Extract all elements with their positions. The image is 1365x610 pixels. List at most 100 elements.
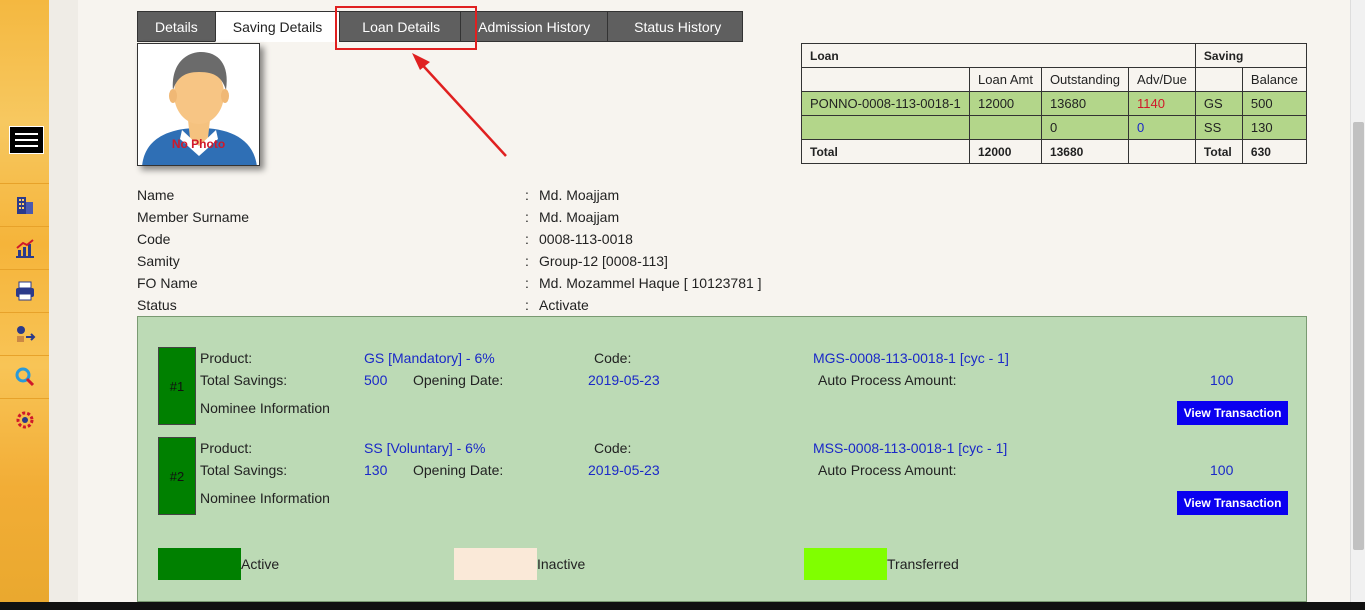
opening-date-label: Opening Date: [413,372,504,388]
annotation-highlight-box [335,6,477,50]
outstanding-cell: 13680 [1040,91,1130,116]
info-row-fo-name: FO Name: Md. Mozammel Haque [ 10123781 ] [137,272,837,294]
search-settings-icon[interactable] [0,355,49,397]
account-number-badge: #2 [158,437,196,515]
field-label: Status [137,297,177,313]
field-colon: : [525,187,529,203]
field-colon: : [525,253,529,269]
saving-type-cell: SS [1194,115,1243,140]
total-balance: 630 [1241,139,1307,164]
product-value: GS [Mandatory] - 6% [364,350,495,366]
field-colon: : [525,297,529,313]
field-label: Name [137,187,175,203]
field-value: Md. Moajjam [539,209,620,225]
savings-account-card: #1 Product: GS [Mandatory] - 6% Code: MG… [158,347,1288,425]
total-loan-amt: 12000 [969,139,1042,164]
legend-swatch [454,548,537,580]
code-label: Code: [594,350,632,366]
vertical-scrollbar[interactable] [1350,0,1365,602]
col-outstanding: Outstanding [1040,67,1130,92]
info-row-name: Name: Md. Moajjam [137,184,837,206]
no-photo-label: No Photo [171,137,226,151]
building-icon[interactable] [0,183,49,225]
printer-icon[interactable] [0,269,49,311]
view-transaction-button[interactable]: View Transaction [1177,401,1288,425]
auto-process-label: Auto Process Amount: [818,462,957,478]
legend-label: Inactive [537,556,586,572]
product-label: Product: [200,440,253,456]
field-value: Group-12 [0008-113] [539,253,668,269]
nominee-info-link[interactable]: Nominee Information [200,400,330,416]
total-savings-value: 500 [364,372,388,388]
tab-status-history[interactable]: Status History [607,11,744,42]
saving-header: Saving [1194,43,1307,68]
legend-inactive: Inactive [454,548,585,580]
adv-due-cell: 1140 [1128,91,1196,116]
loan-header: Loan [801,43,1196,68]
tab-saving-details[interactable]: Saving Details [214,11,341,42]
auto-process-value: 100 [1210,372,1234,388]
total-savings-value: 130 [364,462,388,478]
total-savings-label: Total Savings: [200,372,288,388]
loan-number [801,115,970,140]
field-label: FO Name [137,275,198,291]
col-loan-amt: Loan Amt [969,67,1042,92]
col-balance: Balance [1241,67,1307,92]
legend-active: Active [158,548,279,580]
scrollbar-thumb[interactable] [1353,122,1364,550]
savings-accounts-panel: #1 Product: GS [Mandatory] - 6% Code: MG… [137,316,1307,602]
loan-number: PONNO-0008-113-0018-1 [801,91,970,116]
savings-account-card: #2 Product: SS [Voluntary] - 6% Code: MS… [158,437,1288,515]
menu-toggle-button[interactable] [9,126,44,154]
product-value: SS [Voluntary] - 6% [364,440,486,456]
field-label: Samity [137,253,180,269]
table-row: 0 0 SS 130 [801,115,1307,140]
opening-date-value: 2019-05-23 [588,462,660,478]
nominee-info-link[interactable]: Nominee Information [200,490,330,506]
member-photo: No Photo [137,43,260,166]
field-value: Activate [539,297,589,313]
legend-transferred: Transferred [804,548,959,580]
view-transaction-button[interactable]: View Transaction [1177,491,1288,515]
auto-process-label: Auto Process Amount: [818,372,957,388]
info-row-code: Code:0008-113-0018 [137,228,837,250]
field-colon: : [525,209,529,225]
loan-saving-summary-table: Loan Saving Loan Amt Outstanding Adv/Due… [801,43,1307,164]
gear-icon[interactable] [0,398,49,440]
code-label: Code: [594,440,632,456]
field-label: Code [137,231,171,247]
field-label: Member Surname [137,209,250,225]
total-outstanding: 13680 [1040,139,1130,164]
chart-icon[interactable] [0,226,49,268]
col-adv-due: Adv/Due [1128,67,1196,92]
transfer-icon[interactable] [0,312,49,354]
sidebar [0,0,49,610]
total-savings-label: Total Savings: [200,462,288,478]
opening-date-value: 2019-05-23 [588,372,660,388]
code-value: MGS-0008-113-0018-1 [cyc - 1] [813,350,1009,366]
balance-cell: 130 [1241,115,1307,140]
saving-type-cell: GS [1194,91,1243,116]
legend-label: Transferred [887,556,959,572]
total-row: Total 12000 13680 Total 630 [801,139,1307,164]
tab-details[interactable]: Details [137,11,216,42]
member-info: Name: Md. Moajjam Member Surname: Md. Moaj… [137,184,837,316]
product-label: Product: [200,350,253,366]
opening-date-label: Opening Date: [413,462,504,478]
field-value: 0008-113-0018 [539,231,633,247]
tab-admission-history[interactable]: Admission History [460,11,609,42]
legend-swatch [158,548,241,580]
info-row-surname: Member Surname: Md. Moajjam [137,206,837,228]
auto-process-value: 100 [1210,462,1234,478]
field-colon: : [525,275,529,291]
info-row-status: Status: Activate [137,294,837,316]
balance-cell: 500 [1241,91,1307,116]
loan-amt-cell: 12000 [969,91,1042,116]
info-row-samity: Samity: Group-12 [0008-113] [137,250,837,272]
field-colon: : [525,231,529,247]
field-value: Md. Moajjam [539,187,620,203]
table-row: PONNO-0008-113-0018-1 12000 13680 1140 G… [801,91,1307,116]
saving-total-label: Total [1194,139,1243,164]
bottom-bar [0,602,1365,610]
outstanding-cell: 0 [1040,115,1130,140]
